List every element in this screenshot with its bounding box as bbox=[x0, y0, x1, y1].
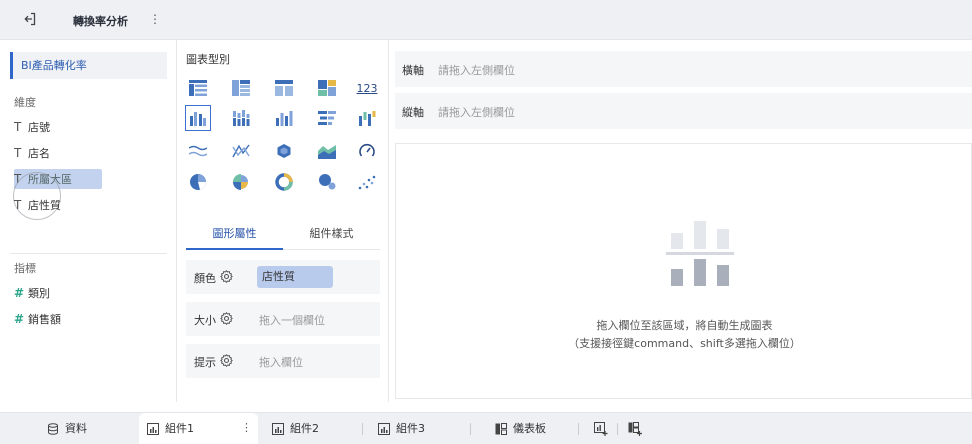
section-divider bbox=[10, 253, 167, 254]
tab-separator bbox=[617, 423, 618, 435]
text-type-icon: T bbox=[14, 120, 22, 134]
table-icon[interactable] bbox=[185, 75, 211, 101]
grouped-bar-icon[interactable] bbox=[185, 105, 211, 131]
line-icon[interactable] bbox=[185, 138, 211, 164]
dashboard-icon bbox=[495, 423, 507, 435]
empty-chart-illustration-icon bbox=[666, 221, 734, 286]
horizontal-bar-icon[interactable] bbox=[314, 105, 340, 131]
gear-icon[interactable] bbox=[220, 354, 233, 367]
bar-chart-icon bbox=[378, 423, 390, 435]
property-tabs: 圖形屬性 組件樣式 bbox=[186, 218, 380, 250]
bottom-tab-bar: 資料 組件1 ⋮ 組件2 組件3 儀表板 bbox=[0, 412, 972, 444]
x-axis-dropzone[interactable]: 橫軸 請拖入左側欄位 bbox=[395, 51, 972, 87]
x-axis-label: 橫軸 bbox=[402, 64, 424, 77]
x-axis-placeholder: 請拖入左側欄位 bbox=[438, 64, 515, 77]
chart-type-heading: 圖表型別 bbox=[186, 53, 230, 66]
tab-separator bbox=[470, 423, 471, 435]
size-property-row[interactable]: 大小 拖入一個欄位 bbox=[186, 302, 380, 336]
gear-icon[interactable] bbox=[220, 312, 233, 325]
y-axis-dropzone[interactable]: 縱軸 請拖入左側欄位 bbox=[395, 93, 972, 129]
gauge-icon[interactable] bbox=[354, 138, 380, 164]
number-type-icon: # bbox=[14, 286, 25, 300]
radar-icon[interactable] bbox=[228, 138, 254, 164]
tab-separator bbox=[578, 423, 579, 435]
tooltip-label: 提示 bbox=[194, 356, 216, 369]
tab-component2[interactable]: 組件2 bbox=[272, 413, 319, 444]
empty-chart-hint: （支援接徑鍵command、shift多選拖入欄位） bbox=[568, 337, 801, 350]
add-dashboard-icon bbox=[628, 422, 642, 436]
number-card-icon[interactable]: 123 bbox=[354, 75, 380, 101]
field-store-name[interactable]: T 店名 bbox=[14, 143, 50, 163]
pie-icon[interactable] bbox=[185, 169, 211, 195]
tab-menu-icon[interactable]: ⋮ bbox=[241, 413, 252, 443]
color-field-chip[interactable]: 店性質 bbox=[257, 266, 333, 288]
color-property-row[interactable]: 顏色 店性質 bbox=[186, 260, 380, 294]
tab-dashboard[interactable]: 儀表板 bbox=[495, 413, 546, 444]
treemap-icon[interactable] bbox=[314, 75, 340, 101]
cross-table-icon[interactable] bbox=[228, 75, 254, 101]
chart-config-panel: 圖表型別 123 圖形屬性 組件樣式 顏色 店性質 大小 拖入一個欄位 提示 拖… bbox=[177, 40, 389, 402]
donut-icon[interactable] bbox=[271, 169, 297, 195]
tab-data[interactable]: 資料 bbox=[47, 413, 87, 444]
tab-component1[interactable]: 組件1 ⋮ bbox=[139, 413, 258, 444]
rose-pie-icon[interactable] bbox=[228, 169, 254, 195]
dimensions-label: 維度 bbox=[14, 96, 36, 109]
number-type-icon: # bbox=[14, 312, 25, 326]
tab-component-style[interactable]: 組件樣式 bbox=[283, 218, 380, 250]
tab-separator bbox=[362, 423, 363, 435]
exit-icon[interactable] bbox=[22, 11, 38, 27]
text-type-icon: T bbox=[14, 146, 22, 160]
add-component-button[interactable] bbox=[594, 413, 614, 444]
add-chart-icon bbox=[594, 422, 608, 436]
tab-component3[interactable]: 組件3 bbox=[378, 413, 425, 444]
page-title: 轉換率分析 bbox=[73, 15, 128, 28]
stacked-bar-icon[interactable] bbox=[228, 105, 254, 131]
size-drop-placeholder: 拖入一個欄位 bbox=[259, 314, 325, 327]
tooltip-drop-placeholder: 拖入欄位 bbox=[259, 356, 303, 369]
field-store-id[interactable]: T 店號 bbox=[14, 117, 50, 137]
range-bar-icon[interactable] bbox=[354, 105, 380, 131]
column-bar-icon[interactable] bbox=[271, 105, 297, 131]
y-axis-label: 縱軸 bbox=[402, 106, 424, 119]
gear-icon[interactable] bbox=[220, 270, 233, 283]
tooltip-property-row[interactable]: 提示 拖入欄位 bbox=[186, 344, 380, 378]
database-icon bbox=[48, 423, 58, 435]
measures-label: 指標 bbox=[14, 262, 36, 275]
field-category[interactable]: # 類別 bbox=[14, 283, 50, 303]
bubble-icon[interactable] bbox=[314, 169, 340, 195]
empty-chart-message: 拖入欄位至該區域，將自動生成圖表 bbox=[596, 319, 773, 332]
y-axis-placeholder: 請拖入左側欄位 bbox=[438, 106, 515, 119]
add-dashboard-button[interactable] bbox=[628, 413, 648, 444]
scatter-icon[interactable] bbox=[354, 169, 380, 195]
text-type-icon: T bbox=[14, 198, 22, 212]
bar-chart-icon bbox=[147, 423, 159, 435]
top-bar: 轉換率分析 ⋮ bbox=[0, 0, 972, 40]
chart-canvas[interactable]: 拖入欄位至該區域，將自動生成圖表 （支援接徑鍵command、shift多選拖入… bbox=[395, 143, 972, 399]
bar-chart-icon bbox=[272, 423, 284, 435]
size-label: 大小 bbox=[194, 314, 216, 327]
detail-table-icon[interactable] bbox=[271, 75, 297, 101]
field-sales[interactable]: # 銷售額 bbox=[14, 309, 61, 329]
color-label: 顏色 bbox=[194, 272, 216, 285]
more-menu-icon[interactable]: ⋮ bbox=[149, 12, 161, 26]
area-icon[interactable] bbox=[314, 138, 340, 164]
dataset-selector[interactable]: BI產品轉化率 bbox=[10, 52, 167, 79]
hexagon-map-icon[interactable] bbox=[271, 138, 297, 164]
tab-graphic-properties[interactable]: 圖形屬性 bbox=[186, 218, 283, 250]
fields-panel: BI產品轉化率 維度 T 店號 T 店名 T 所屬大區 T 店性質 指標 # 類別 # 銷售… bbox=[0, 40, 177, 402]
field-store-type[interactable]: T 店性質 bbox=[14, 195, 61, 215]
